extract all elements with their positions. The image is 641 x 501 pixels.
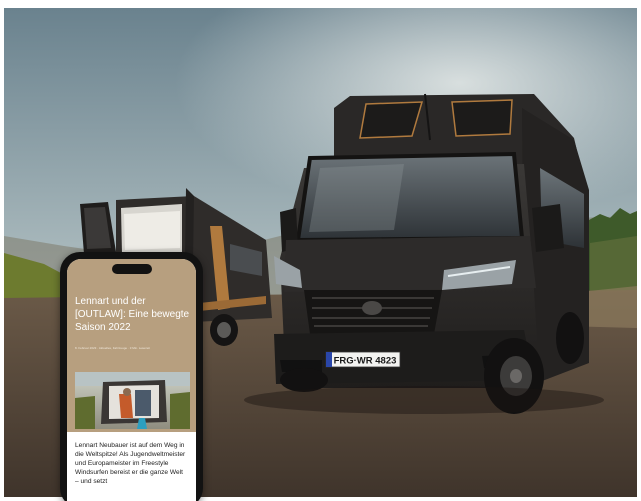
article-headline[interactable]: Lennart und der [OUTLAW]: Eine bewegte S…: [75, 295, 190, 334]
phone-mockup: Lennart und der [OUTLAW]: Eine bewegte S…: [60, 252, 203, 501]
article-meta: 8. Februar 2023 · Aktuelles, Fahrzeuge ·…: [75, 346, 150, 350]
phone-notch: [111, 264, 152, 274]
article-header: Lennart und der [OUTLAW]: Eine bewegte S…: [67, 259, 196, 432]
ad-banner: FRG·WR 4823 Lennart und der [OUTLAW]: Ei…: [0, 0, 641, 501]
license-plate-text: FRG·WR 4823: [334, 356, 397, 367]
article-thumbnail[interactable]: [75, 372, 190, 429]
article-excerpt: Lennart Neubauer ist auf dem Weg in die …: [75, 442, 186, 485]
phone-screen: Lennart und der [OUTLAW]: Eine bewegte S…: [67, 259, 196, 501]
